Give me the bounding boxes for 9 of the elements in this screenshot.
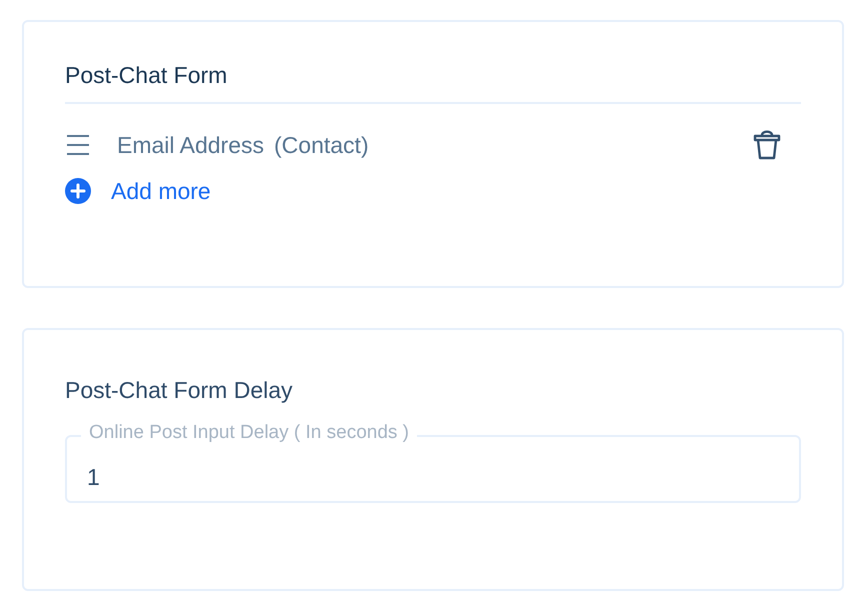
card-title: Post-Chat Form <box>65 61 228 90</box>
field-source: (Contact) <box>274 130 369 160</box>
delete-icon[interactable] <box>753 130 781 160</box>
plus-circle-icon <box>65 178 91 204</box>
floating-label: Online Post Input Delay ( In seconds ) <box>81 422 417 444</box>
field-name: Email Address <box>117 130 264 160</box>
card-title: Post-Chat Form Delay <box>65 376 294 405</box>
add-more-button[interactable]: Add more <box>65 174 211 208</box>
drag-handle-icon[interactable] <box>65 134 91 156</box>
